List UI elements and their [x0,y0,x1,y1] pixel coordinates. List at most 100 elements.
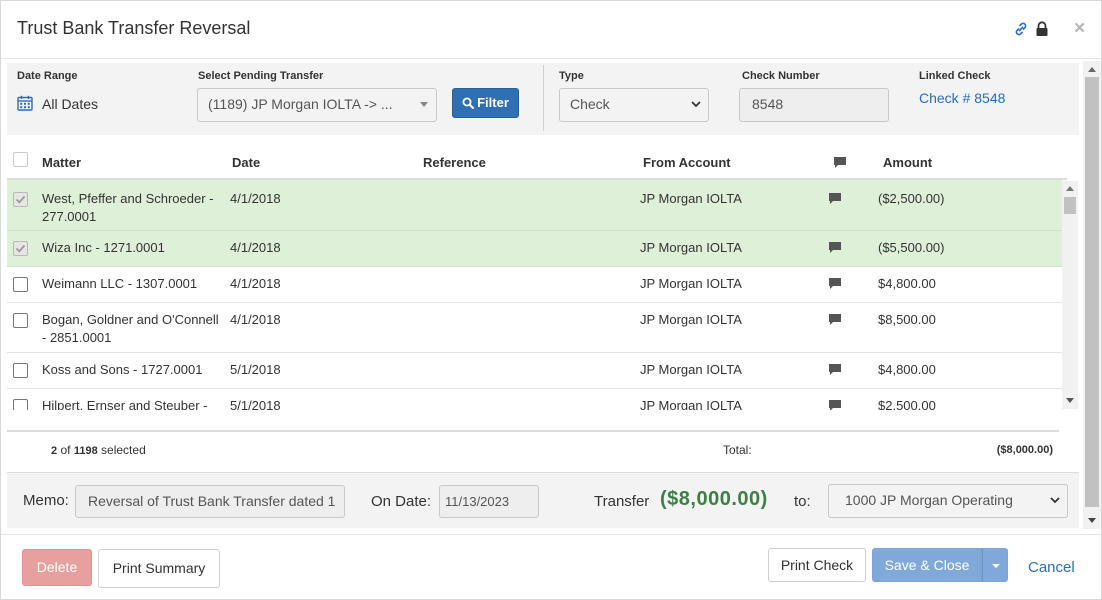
row-matter: Koss and Sons - 1727.0001 [42,362,203,377]
comment-icon [834,157,846,168]
scroll-down-arrow-icon[interactable] [1088,518,1096,523]
table-row[interactable]: Weimann LLC - 1307.0001 4/1/2018 JP Morg… [7,267,1062,303]
col-matter[interactable]: Matter [42,155,81,170]
memo-label: Memo: [23,492,69,509]
linked-check-link[interactable]: Check # 8548 [919,90,1005,106]
transactions-table-body: West, Pfeffer and Schroeder - 277.0001 4… [7,180,1062,410]
delete-button[interactable]: Delete [22,549,92,586]
on-date-input[interactable]: 11/13/2023 [439,485,539,518]
row-amount: $4,800.00 [878,362,936,377]
total-count-value: 1198 [73,445,98,457]
to-account-select[interactable]: 1000 JP Morgan Operating [828,484,1068,518]
scroll-up-arrow-icon[interactable] [1066,186,1074,191]
comment-icon[interactable] [828,277,842,290]
table-row[interactable]: Koss and Sons - 1727.0001 5/1/2018 JP Mo… [7,353,1062,389]
transfer-amount: ($8,000.00) [660,488,768,510]
row-date: 4/1/2018 [230,240,281,255]
comment-icon[interactable] [828,399,842,410]
modal-scrollbar[interactable] [1083,61,1101,529]
filter-button-label: Filter [477,95,509,110]
row-amount: ($5,500.00) [878,240,945,255]
row-matter: Hilpert, Ernser and Steuber - [42,398,208,410]
transfer-label: Transfer [594,493,650,510]
caret-down-icon [992,564,1000,568]
save-options-dropdown[interactable] [982,548,1008,582]
row-date: 4/1/2018 [230,312,281,327]
row-amount: ($2,500.00) [878,191,945,206]
table-scrollbar[interactable] [1062,181,1078,409]
date-range-value[interactable]: All Dates [42,96,98,112]
row-matter: Wiza Inc - 1271.0001 [42,240,165,255]
scroll-down-arrow-icon[interactable] [1066,398,1074,403]
type-value: Check [570,96,610,112]
of-text: of [60,443,71,457]
modal-footer: Delete Print Summary Print Check Save & … [1,534,1101,600]
to-label: to: [794,493,811,510]
print-check-button[interactable]: Print Check [768,548,866,582]
comment-icon[interactable] [828,192,842,205]
print-summary-button[interactable]: Print Summary [98,549,220,588]
col-reference[interactable]: Reference [423,155,486,170]
filter-button[interactable]: Filter [452,88,519,118]
row-checkbox[interactable] [13,399,28,410]
lock-icon[interactable] [1035,21,1049,37]
save-close-button[interactable]: Save & Close [872,548,982,582]
comment-icon[interactable] [828,313,842,326]
calendar-icon[interactable] [17,95,33,111]
row-from-account: JP Morgan IOLTA [640,240,742,255]
select-all-checkbox[interactable] [13,152,28,167]
filter-bar: Date Range All Dates Select Pending Tran… [7,63,1079,135]
chevron-down-icon [691,101,701,108]
comment-icon[interactable] [828,363,842,376]
col-from-account[interactable]: From Account [643,155,731,170]
check-number-label: Check Number [742,70,820,82]
selection-count: 2 of 1198 selected [51,443,146,457]
row-from-account: JP Morgan IOLTA [640,312,742,327]
close-icon[interactable]: × [1074,19,1085,39]
selected-count-value: 2 [51,445,58,457]
memo-input[interactable]: Reversal of Trust Bank Transfer dated 1 [75,485,345,518]
table-row[interactable]: Wiza Inc - 1271.0001 4/1/2018 JP Morgan … [7,231,1062,267]
transfer-reversal-modal: Trust Bank Transfer Reversal × Date Rang… [0,0,1102,600]
link-icon[interactable] [1013,21,1029,37]
table-row[interactable]: Hilpert, Ernser and Steuber - 5/1/2018 J… [7,389,1062,410]
type-label: Type [559,70,584,82]
row-date: 4/1/2018 [230,191,281,206]
table-footer: 2 of 1198 selected Total: ($8,000.00) [7,430,1059,470]
cancel-link[interactable]: Cancel [1028,559,1075,576]
selected-text: selected [101,443,146,457]
scroll-up-arrow-icon[interactable] [1088,67,1096,72]
comment-icon[interactable] [828,241,842,254]
row-checkbox[interactable] [13,277,28,292]
row-checkbox[interactable] [13,241,28,256]
table-row[interactable]: Bogan, Goldner and O'Connell - 2851.0001… [7,303,1062,353]
col-amount[interactable]: Amount [883,155,932,170]
check-number-input[interactable]: 8548 [739,88,889,122]
caret-down-icon [420,102,428,107]
row-amount: $4,800.00 [878,276,936,291]
row-checkbox[interactable] [13,363,28,378]
row-date: 5/1/2018 [230,398,281,410]
row-checkbox[interactable] [13,313,28,328]
scroll-thumb[interactable] [1085,77,1099,507]
search-icon [462,97,475,109]
total-value: ($8,000.00) [996,444,1053,456]
linked-check-label: Linked Check [919,70,991,82]
row-from-account: JP Morgan IOLTA [640,398,742,410]
chevron-down-icon [1050,497,1060,504]
type-select[interactable]: Check [559,88,709,122]
filter-divider [543,65,544,131]
table-row[interactable]: West, Pfeffer and Schroeder - 277.0001 4… [7,180,1062,231]
row-matter: Bogan, Goldner and O'Connell - 2851.0001 [42,312,219,345]
modal-header: Trust Bank Transfer Reversal × [1,1,1101,59]
row-date: 4/1/2018 [230,276,281,291]
row-checkbox[interactable] [13,192,28,207]
pending-transfer-label: Select Pending Transfer [198,70,324,82]
col-date[interactable]: Date [232,155,260,170]
pending-transfer-value: (1189) JP Morgan IOLTA -> ... [208,96,393,112]
row-matter: West, Pfeffer and Schroeder - 277.0001 [42,191,214,224]
pending-transfer-select[interactable]: (1189) JP Morgan IOLTA -> ... [197,88,437,122]
scroll-thumb[interactable] [1064,197,1076,214]
to-account-value: 1000 JP Morgan Operating [845,492,1013,508]
on-date-label: On Date: [371,493,432,510]
